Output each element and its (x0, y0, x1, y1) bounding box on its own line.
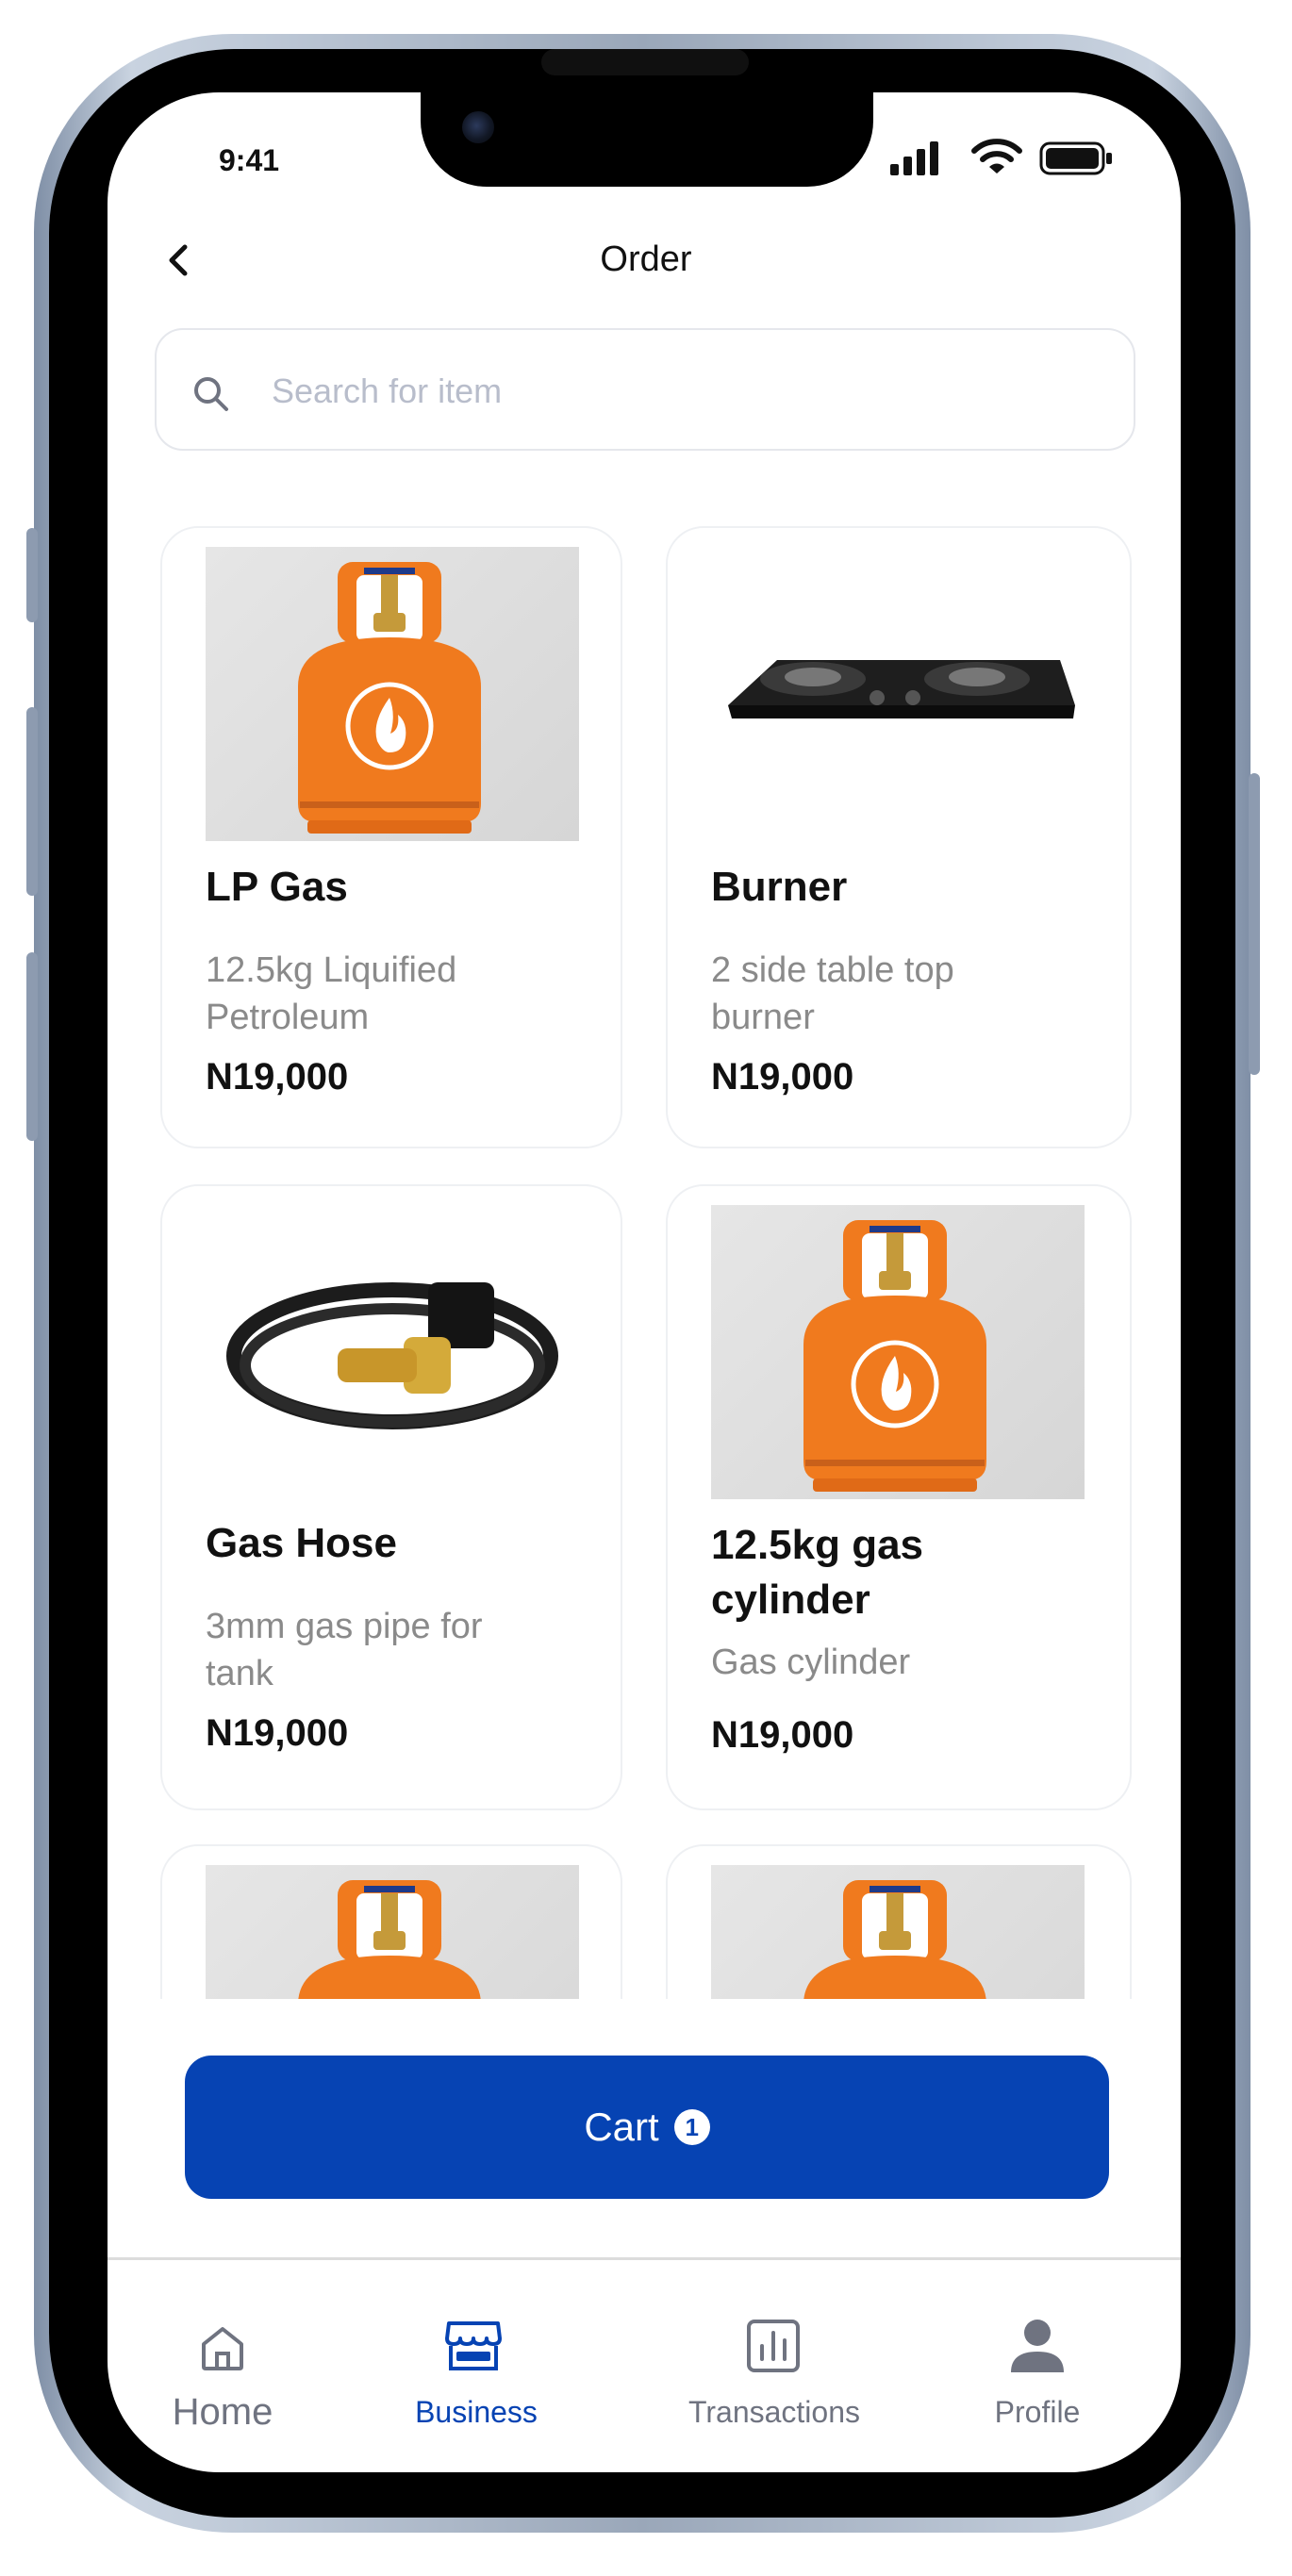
product-image (711, 1205, 1085, 1499)
nav-item-home[interactable]: Home (141, 2301, 304, 2442)
product-card[interactable]: LP Gas 12.5kg Liquified Petroleum N19,00… (160, 526, 622, 1148)
search-icon (194, 377, 228, 411)
notch (421, 92, 873, 187)
signal-icon (890, 141, 938, 175)
product-card[interactable]: Burner 2 side table top burner N19,000 (666, 526, 1132, 1148)
cart-count-badge: 1 (673, 2109, 710, 2145)
volume-down-button (26, 952, 38, 1141)
nav-label-business: Business (415, 2395, 538, 2429)
gas-hose-icon (226, 1282, 558, 1429)
gas-cylinder-icon (803, 1880, 986, 1999)
volume-up-button (26, 707, 38, 896)
product-price: N19,000 (711, 1714, 854, 1756)
gas-cylinder-icon (803, 1220, 986, 1492)
gas-cylinder-icon (298, 1880, 481, 1999)
product-name: Burner (711, 864, 848, 910)
product-card[interactable] (666, 1844, 1132, 1999)
product-description: 3mm gas pipe for tank (206, 1607, 483, 1693)
product-name: LP Gas (206, 864, 348, 910)
product-image (206, 547, 579, 841)
nav-divider (108, 2257, 1181, 2260)
store-icon (445, 2321, 502, 2370)
product-price: N19,000 (711, 1056, 854, 1098)
mute-switch (26, 528, 38, 622)
nav-label-home: Home (172, 2391, 273, 2433)
product-name: 12.5kg gas cylinder (711, 1522, 924, 1623)
product-card[interactable]: 12.5kg gas cylinder Gas cylinder N19,000 (666, 1184, 1132, 1810)
nav-label-profile: Profile (994, 2395, 1081, 2429)
status-time: 9:41 (219, 143, 280, 177)
product-description: 12.5kg Liquified Petroleum (206, 950, 457, 1037)
product-image (206, 1205, 579, 1499)
page-title: Order (600, 239, 692, 279)
product-image (711, 1865, 1085, 1999)
battery-icon (1039, 141, 1112, 175)
person-icon (1011, 2320, 1064, 2372)
product-card[interactable]: Gas Hose 3mm gas pipe for tank N19,000 (160, 1184, 622, 1810)
nav-item-profile[interactable]: Profile (975, 2301, 1100, 2442)
nav-item-transactions[interactable]: Transactions (675, 2301, 873, 2442)
product-price: N19,000 (206, 1056, 349, 1098)
gas-cylinder-icon (298, 562, 481, 834)
cart-button[interactable]: Cart 1 (185, 2056, 1109, 2199)
product-name: Gas Hose (206, 1520, 397, 1566)
product-grid: LP Gas 12.5kg Liquified Petroleum N19,00… (108, 509, 1181, 1999)
speaker-grille (541, 49, 749, 75)
home-icon (202, 2327, 243, 2370)
search-input[interactable] (270, 362, 1085, 421)
gas-burner-icon (728, 660, 1075, 718)
product-price: N19,000 (206, 1712, 349, 1754)
cart-label: Cart (584, 2105, 659, 2149)
product-description: 2 side table top burner (711, 950, 954, 1037)
power-button (1249, 773, 1260, 1075)
nav-item-business[interactable]: Business (396, 2301, 556, 2442)
product-description: Gas cylinder (711, 1643, 911, 1682)
bar-chart-icon (747, 2320, 800, 2372)
product-image (206, 1865, 579, 1999)
wifi-icon (971, 139, 1022, 173)
nav-label-transactions: Transactions (688, 2395, 860, 2429)
product-image (711, 547, 1085, 841)
front-camera (462, 111, 494, 143)
product-card[interactable] (160, 1844, 622, 1999)
